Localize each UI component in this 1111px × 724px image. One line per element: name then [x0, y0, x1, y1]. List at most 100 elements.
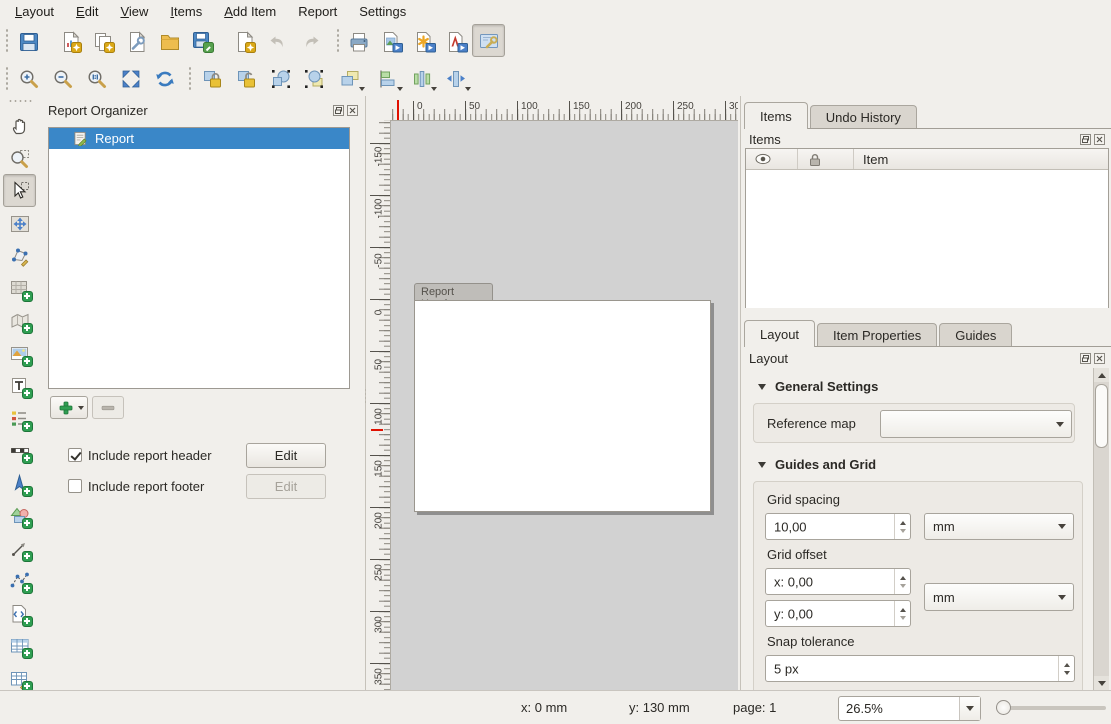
add-map-tool[interactable] [3, 272, 36, 305]
refresh-button[interactable] [148, 62, 181, 95]
duplicate-layout-button[interactable] [87, 25, 120, 58]
pan-tool[interactable] [3, 109, 36, 142]
toolbar-grip[interactable] [336, 28, 340, 52]
tree-item-report[interactable]: Report [49, 128, 349, 149]
resize-items-button[interactable] [437, 62, 474, 95]
layout-panel-scrollbar[interactable] [1093, 368, 1109, 690]
move-content-tool[interactable] [3, 207, 36, 240]
new-page-button[interactable] [228, 25, 261, 58]
toolbar-grip[interactable] [188, 66, 192, 90]
spin-up-icon[interactable] [900, 576, 906, 580]
export-pdf-button[interactable] [440, 25, 473, 58]
add-shape-tool[interactable] [3, 499, 36, 532]
general-settings-section-header[interactable]: General Settings [758, 379, 878, 394]
report-header-page[interactable] [414, 300, 711, 512]
report-settings-button[interactable] [472, 24, 505, 57]
remove-section-button[interactable] [92, 396, 124, 419]
grid-offset-x-input[interactable]: x: 0,00 [765, 568, 911, 595]
toolbar-grip[interactable] [8, 99, 32, 103]
export-svg-button[interactable] [408, 25, 441, 58]
spin-up-icon[interactable] [900, 521, 906, 525]
add-label-tool[interactable] [3, 369, 36, 402]
edit-footer-button[interactable]: Edit [246, 474, 326, 499]
add-html-tool[interactable] [3, 597, 36, 630]
include-footer-checkbox[interactable] [68, 479, 82, 493]
snap-tolerance-input[interactable]: 5 px [765, 655, 1075, 682]
lock-items-button[interactable] [196, 62, 229, 95]
print-button[interactable] [342, 25, 375, 58]
spin-down-icon[interactable] [900, 529, 906, 533]
include-header-checkbox[interactable] [68, 448, 82, 462]
distribute-items-button[interactable] [403, 62, 440, 95]
visibility-column-header[interactable] [746, 149, 798, 169]
tab-item-properties[interactable]: Item Properties [817, 323, 937, 346]
zoom-full-button[interactable] [114, 62, 147, 95]
add-node-item-tool[interactable] [3, 564, 36, 597]
zoom-in-button[interactable] [12, 62, 45, 95]
tab-items[interactable]: Items [744, 102, 808, 129]
scroll-up-button[interactable] [1094, 368, 1109, 382]
grid-offset-unit-combo[interactable]: mm [924, 583, 1074, 611]
zoom-level-combo[interactable]: 26.5% [838, 696, 981, 721]
reference-map-combo[interactable] [880, 410, 1072, 438]
spin-down-icon[interactable] [1064, 671, 1070, 675]
edit-header-button[interactable]: Edit [246, 443, 326, 468]
add-legend-tool[interactable] [3, 402, 36, 435]
slider-handle[interactable] [996, 700, 1011, 715]
save-button[interactable] [12, 25, 45, 58]
add-section-button[interactable] [50, 396, 88, 419]
tab-undo-history[interactable]: Undo History [810, 105, 917, 128]
scroll-down-button[interactable] [1094, 676, 1109, 690]
add-3d-map-tool[interactable] [3, 304, 36, 337]
menu-items[interactable]: Items [159, 1, 213, 22]
grid-spacing-input[interactable]: 10,00 [765, 513, 911, 540]
close-panel-button[interactable] [1093, 352, 1105, 364]
deselect-all-button[interactable] [297, 62, 330, 95]
menu-report[interactable]: Report [287, 1, 348, 22]
select-all-button[interactable] [264, 62, 297, 95]
menu-add-item[interactable]: Add Item [213, 1, 287, 22]
float-panel-button[interactable] [332, 104, 344, 116]
unlock-items-button[interactable] [230, 62, 263, 95]
save-as-template-button[interactable] [186, 25, 219, 58]
tab-layout[interactable]: Layout [744, 320, 815, 347]
zoom-slider[interactable] [996, 699, 1106, 717]
close-panel-button[interactable] [346, 104, 358, 116]
zoom-out-button[interactable] [46, 62, 79, 95]
toolbar-grip[interactable] [5, 28, 9, 52]
spin-buttons[interactable] [894, 569, 910, 594]
layout-viewport[interactable]: Report Header [390, 120, 738, 690]
zoom-tool[interactable] [3, 142, 36, 175]
lock-column-header[interactable] [798, 149, 854, 169]
grid-spacing-unit-combo[interactable]: mm [924, 513, 1074, 540]
slider-groove[interactable] [996, 706, 1106, 710]
tab-guides[interactable]: Guides [939, 323, 1012, 346]
new-layout-button[interactable] [54, 25, 87, 58]
spin-buttons[interactable] [894, 514, 910, 539]
edit-nodes-tool[interactable] [3, 239, 36, 272]
open-template-button[interactable] [153, 25, 186, 58]
zoom-actual-button[interactable] [80, 62, 113, 95]
close-panel-button[interactable] [1093, 133, 1105, 145]
spin-buttons[interactable] [894, 601, 910, 626]
add-picture-tool[interactable] [3, 337, 36, 370]
item-column-header[interactable]: Item [854, 149, 1108, 169]
report-tree[interactable]: Report [48, 127, 350, 389]
toolbar-grip[interactable] [5, 66, 9, 90]
add-north-arrow-tool[interactable] [3, 467, 36, 500]
menu-edit[interactable]: Edit [65, 1, 109, 22]
add-attribute-table-tool[interactable] [3, 629, 36, 662]
export-image-button[interactable] [375, 25, 408, 58]
layout-manager-button[interactable] [120, 25, 153, 58]
add-arrow-tool[interactable] [3, 532, 36, 565]
raise-items-button[interactable] [331, 62, 368, 95]
spin-up-icon[interactable] [1064, 663, 1070, 667]
menu-layout[interactable]: Layout [4, 1, 65, 22]
undo-button[interactable] [261, 25, 294, 58]
menu-settings[interactable]: Settings [348, 1, 417, 22]
spin-buttons[interactable] [1058, 656, 1074, 681]
dropdown-caret-icon[interactable] [959, 697, 980, 720]
spin-up-icon[interactable] [900, 608, 906, 612]
spin-down-icon[interactable] [900, 616, 906, 620]
grid-offset-y-input[interactable]: y: 0,00 [765, 600, 911, 627]
